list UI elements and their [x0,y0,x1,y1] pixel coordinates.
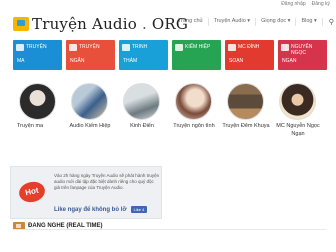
category-label: TRUYỆN [79,44,100,50]
site-header: Truyện Audio . ORG Trang chủ Truyện Audi… [0,10,336,38]
logo-word-truyen: Truyện [32,15,88,33]
collection-avatar[interactable] [19,83,56,120]
hot-illustration: Hot [16,172,49,212]
logo-dot: . [141,15,147,33]
promo-text: Vào 2h hàng ngày Truyện Audio sẽ phát hà… [54,173,160,190]
collection-name[interactable]: Truyện Đêm Khuya [221,123,271,131]
hot-badge: Hot [17,179,47,205]
category-truyen-ma[interactable]: TRUYỆN MA [13,40,62,70]
nav-home[interactable]: Trang chủ [173,18,209,26]
collection-avatar[interactable] [279,83,316,120]
fanpage-promo: Hot Vào 2h hàng ngày Truyện Audio sẽ phá… [10,166,162,219]
nav-truyen-audio[interactable]: Truyện Audio ▾ [209,18,257,26]
category-icon [16,44,24,51]
category-kiem-hiep[interactable]: KIẾM HIỆP [172,40,221,70]
collection-avatar[interactable] [175,83,212,120]
main-nav: Trang chủ Truyện Audio ▾ Giọng đọc ▾ Blo… [173,18,336,26]
category-label: KIẾM HIỆP [185,44,211,50]
category-label: TRINH [132,44,148,50]
category-sublabel: NGẮN [70,58,85,64]
collection-name[interactable]: Truyện ma [17,123,67,131]
category-tiles: TRUYỆN MA TRUYỆN NGẮN TRINH THÁM KIẾM HI… [13,40,327,70]
category-icon [228,44,236,51]
search-icon[interactable]: ⚲ [323,18,336,26]
collection-avatar[interactable] [123,83,160,120]
login-link[interactable]: Đăng nhập [281,1,305,7]
category-sublabel: THÁM [123,58,138,64]
category-icon [122,44,130,51]
category-nguyen-ngoc-ngan[interactable]: NGUYỄN NGỌC NGẠN [278,40,327,70]
collection-truyen-dem-khuya[interactable]: Truyện Đêm Khuya [221,80,271,185]
audio-logo-icon [13,17,29,31]
collection-mc-nguyen-ngoc-ngan[interactable]: MC Nguyễn Ngọc Ngạn [273,80,323,185]
facebook-like-button[interactable]: Like 4 [130,206,148,213]
logo-word-audio: Audio [92,15,137,33]
category-icon [175,44,183,51]
category-label: NGUYỄN NGỌC [291,44,313,56]
category-trinh-tham[interactable]: TRINH THÁM [119,40,168,70]
collection-avatar[interactable] [71,83,108,120]
collection-name[interactable]: Kinh Điển [117,123,167,131]
top-bar: Đăng nhập Đăng ký [0,0,336,10]
category-truyen-ngan[interactable]: TRUYỆN NGẮN [66,40,115,70]
nav-giong-doc[interactable]: Giọng đọc ▾ [256,18,297,26]
category-mc-dinh-soan[interactable]: MC ĐÌNH SOẠN [225,40,274,70]
collection-name-text: Audio Kiếm Hiệp [69,123,111,129]
category-icon [281,44,289,51]
site-logo[interactable]: Truyện Audio . ORG [13,15,188,33]
account-links: Đăng nhập Đăng ký [281,1,330,7]
register-link[interactable]: Đăng ký [312,1,330,7]
category-label: MC ĐÌNH [238,44,260,50]
collection-name[interactable]: Audio Kiếm Hiệp [65,123,115,131]
like-row: Like ngay để không bỏ lỡ Like 4 [54,206,148,213]
collection-name[interactable]: Truyện ngôn tình [169,123,219,131]
collection-name[interactable]: MC Nguyễn Ngọc Ngạn [273,123,323,138]
nav-blog[interactable]: Blog ▾ [296,18,323,26]
like-prompt: Like ngay để không bỏ lỡ [54,206,127,213]
category-icon [69,44,77,51]
section-divider [13,229,326,230]
category-sublabel: SOẠN [229,58,244,64]
category-label: TRUYỆN [26,44,47,50]
collection-avatar[interactable] [227,83,264,120]
category-sublabel: NGẠN [282,58,297,64]
category-sublabel: MA [17,58,25,64]
collection-truyen-ngon-tinh[interactable]: Truyện ngôn tình [169,80,219,185]
